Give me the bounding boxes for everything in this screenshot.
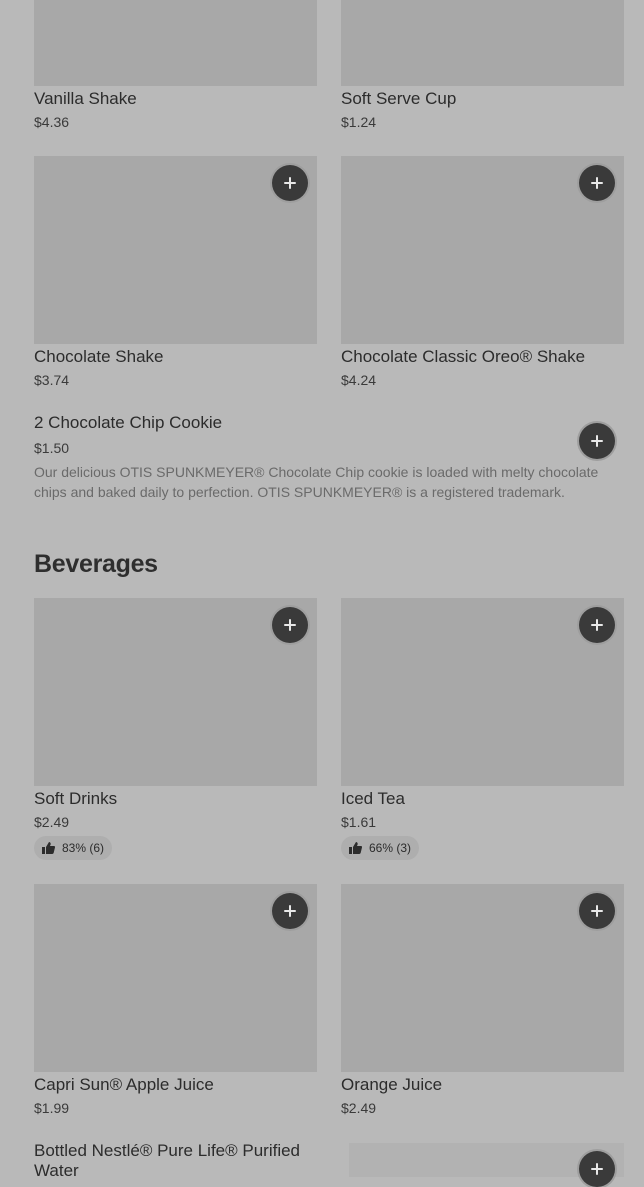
add-button-chocolate-oreo-shake[interactable] [579, 165, 615, 201]
add-button-soft-drinks[interactable] [272, 607, 308, 643]
plus-icon [284, 177, 296, 189]
plus-icon [591, 1163, 603, 1175]
item-price-capri-sun: $1.99 [34, 1100, 70, 1116]
item-price-orange-juice: $2.49 [341, 1100, 377, 1116]
plus-icon [591, 619, 603, 631]
item-name-soft-drinks[interactable]: Soft Drinks [34, 789, 117, 809]
plus-icon [284, 905, 296, 917]
item-name-cookie[interactable]: 2 Chocolate Chip Cookie [34, 413, 222, 433]
item-description-cookie: Our delicious OTIS SPUNKMEYER® Chocolate… [34, 464, 599, 500]
item-name-capri-sun[interactable]: Capri Sun® Apple Juice [34, 1075, 214, 1095]
item-name-chocolate-oreo-shake[interactable]: Chocolate Classic Oreo® Shake [341, 347, 585, 367]
rating-badge-soft-drinks: 83% (6) [34, 836, 113, 860]
add-button-capri-sun[interactable] [272, 893, 308, 929]
item-price-cookie: $1.50 [34, 440, 70, 456]
item-price-chocolate-shake: $3.74 [34, 372, 70, 388]
item-price-soft-drinks: $2.49 [34, 814, 70, 830]
add-button-orange-juice[interactable] [579, 893, 615, 929]
item-image-vanilla-shake[interactable] [34, 0, 317, 86]
plus-icon [591, 435, 603, 447]
item-price-iced-tea: $1.61 [341, 814, 377, 830]
thumbs-up-icon [349, 842, 362, 854]
plus-icon [591, 905, 603, 917]
item-name-vanilla-shake[interactable]: Vanilla Shake [34, 89, 137, 109]
item-name-orange-juice[interactable]: Orange Juice [341, 1075, 442, 1095]
add-button-cookie[interactable] [579, 423, 615, 459]
rating-text-iced-tea: 66% (3) [369, 841, 412, 855]
add-button-bottled-water[interactable] [579, 1151, 615, 1187]
add-button-chocolate-shake[interactable] [272, 165, 308, 201]
section-title-beverages: Beverages [34, 550, 158, 578]
item-name-chocolate-shake[interactable]: Chocolate Shake [34, 347, 163, 367]
thumbs-up-icon [42, 842, 55, 854]
item-name-soft-serve-cup[interactable]: Soft Serve Cup [341, 89, 456, 109]
item-price-chocolate-oreo-shake: $4.24 [341, 372, 377, 388]
rating-text-soft-drinks: 83% (6) [62, 841, 105, 855]
item-name-bottled-water[interactable]: Bottled Nestlé® Pure Life® Purified Wate… [34, 1141, 314, 1181]
item-price-soft-serve-cup: $1.24 [341, 114, 377, 130]
item-image-soft-serve-cup[interactable] [341, 0, 624, 86]
plus-icon [284, 619, 296, 631]
plus-icon [591, 177, 603, 189]
item-name-iced-tea[interactable]: Iced Tea [341, 789, 405, 809]
add-button-iced-tea[interactable] [579, 607, 615, 643]
item-price-vanilla-shake: $4.36 [34, 114, 70, 130]
rating-badge-iced-tea: 66% (3) [341, 836, 420, 860]
